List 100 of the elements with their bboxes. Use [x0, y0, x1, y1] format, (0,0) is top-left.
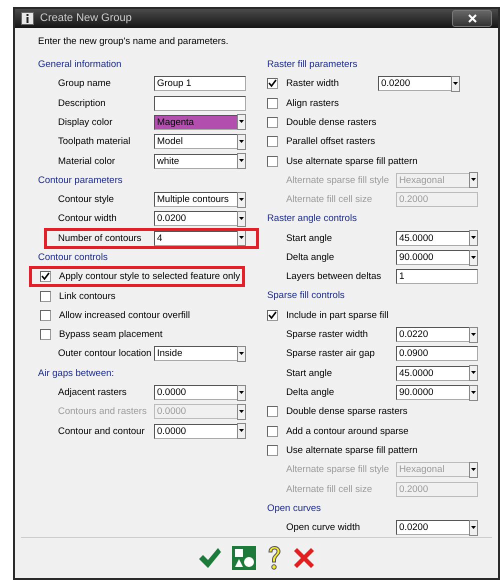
window-title: Create New Group [40, 12, 132, 24]
checkbox[interactable] [267, 310, 278, 321]
checkbox[interactable] [267, 444, 278, 456]
caret-icon [237, 346, 246, 362]
caret-icon [237, 404, 246, 420]
caret-icon [469, 384, 478, 401]
field-label: Toolpath material [58, 136, 132, 148]
checkbox-label: Double dense rasters [286, 116, 376, 128]
field-label: Start angle [286, 232, 334, 244]
field-label: Outer contour location [58, 348, 152, 360]
caret-icon [469, 326, 478, 343]
checkbox-label: Raster width [286, 78, 340, 90]
input-field[interactable]: 1 [396, 269, 478, 284]
dropdown[interactable]: 45.0000 [396, 230, 478, 246]
shapes-button[interactable] [232, 546, 256, 570]
dropdown[interactable]: white [154, 154, 246, 169]
checkbox[interactable] [267, 156, 278, 167]
field-label: Number of contours [58, 232, 142, 244]
checkbox[interactable] [40, 290, 51, 302]
section-heading: Air gaps between: [38, 366, 116, 381]
cross-icon [292, 546, 316, 570]
field-label: Alternate sparse fill style [286, 464, 390, 476]
checkbox-label: Link contours [59, 290, 116, 302]
dropdown[interactable]: Magenta [154, 114, 246, 130]
info-icon [21, 12, 34, 25]
field-label: Contour and contour [58, 426, 146, 437]
caret-icon [469, 172, 478, 188]
help-button[interactable] [266, 545, 282, 572]
checkbox-label: Include in part sparse fill [286, 310, 389, 321]
checkbox[interactable] [40, 271, 51, 282]
dropdown[interactable]: Model [154, 134, 246, 150]
checkbox-label: Parallel offset rasters [286, 136, 376, 148]
dropdown[interactable]: 0.0000 [154, 424, 246, 439]
field-label: Display color [58, 116, 114, 128]
checkbox[interactable] [40, 310, 51, 321]
dropdown[interactable]: 0.0000 [154, 385, 246, 400]
field-label: Alternate sparse fill style [286, 174, 390, 186]
instruction-text: Enter the new group's name and parameters. [37, 36, 230, 49]
field-label: Contour style [58, 194, 115, 206]
caret-icon [469, 250, 478, 266]
dropdown[interactable]: 0.0200 [154, 211, 246, 226]
dropdown[interactable]: 90.0000 [396, 250, 478, 265]
section-heading: General information [38, 58, 122, 72]
caret-icon [237, 114, 246, 130]
checkbox-label: Allow increased contour overfill [59, 310, 190, 321]
field-label: Delta angle [286, 387, 336, 398]
checkmark-icon [198, 547, 222, 570]
field-label: Contours and rasters [58, 406, 148, 418]
cancel-button[interactable] [292, 546, 316, 570]
dropdown[interactable]: Multiple contours [154, 192, 246, 208]
field-label: Contour width [58, 213, 118, 224]
input-field[interactable] [154, 96, 246, 111]
section-heading: Raster fill parameters [267, 58, 358, 72]
section-heading: Contour controls [38, 250, 109, 265]
ok-button[interactable] [198, 547, 222, 570]
caret-icon [469, 365, 478, 382]
dropdown[interactable]: 0.0200 [396, 520, 478, 536]
field-label: Group name [58, 78, 112, 90]
field-label: Sparse raster air gap [286, 348, 376, 360]
input-field[interactable]: Group 1 [154, 76, 246, 92]
checkbox[interactable] [267, 98, 278, 109]
section-heading: Open curves [267, 502, 322, 516]
checkbox-label: Apply contour style to selected feature only [59, 271, 240, 282]
caret-icon [469, 462, 478, 478]
field-label: Start angle [286, 368, 334, 379]
section-heading: Raster angle controls [267, 212, 358, 226]
field-label: Alternate fill cell size [286, 194, 374, 206]
shapes-icon [232, 546, 256, 570]
section-heading: Contour parameters [38, 174, 124, 188]
dropdown[interactable]: 0.0200 [378, 76, 460, 92]
checkbox[interactable] [267, 136, 278, 148]
input-field[interactable]: 0.0900 [396, 346, 478, 362]
checkbox[interactable] [267, 78, 278, 90]
field-label: Open curve width [286, 522, 361, 534]
field-label: Description [58, 98, 107, 109]
checkbox-label: Align rasters [286, 98, 339, 109]
dropdown[interactable]: 4 [154, 230, 246, 246]
section-heading: Sparse fill controls [267, 289, 346, 304]
caret-icon [237, 153, 246, 170]
dropdown[interactable]: 45.0000 [396, 366, 478, 381]
dropdown[interactable]: 0.0220 [396, 327, 478, 342]
dropdown[interactable]: Inside [154, 346, 246, 362]
field-label: Alternate fill cell size [286, 484, 374, 495]
caret-icon [237, 423, 246, 440]
checkbox-label: Double dense sparse rasters [286, 406, 408, 418]
field-label: Layers between deltas [286, 271, 382, 282]
caret-icon [237, 210, 246, 227]
close-button[interactable] [452, 10, 492, 27]
checkbox-label: Use alternate sparse fill pattern [286, 444, 418, 456]
field-label: Material color [58, 156, 116, 167]
question-mark-icon [266, 545, 282, 572]
checkbox-label: Use alternate sparse fill pattern [286, 156, 418, 167]
checkbox[interactable] [267, 426, 278, 437]
checkbox[interactable] [267, 406, 278, 418]
caret-icon [451, 76, 460, 92]
dropdown[interactable]: 90.0000 [396, 385, 478, 400]
field-label: Adjacent rasters [58, 387, 128, 398]
checkbox[interactable] [40, 329, 51, 340]
field-label: Sparse raster width [286, 329, 369, 340]
checkbox[interactable] [267, 116, 278, 128]
